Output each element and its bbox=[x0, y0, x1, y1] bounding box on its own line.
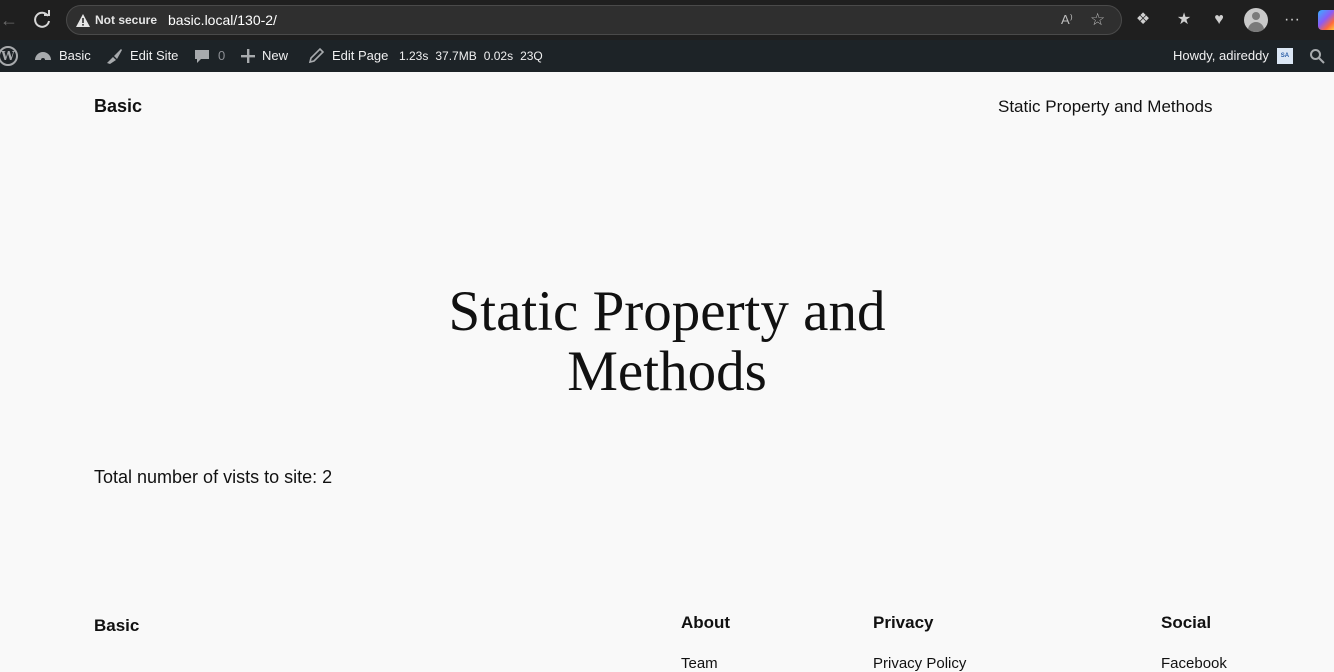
admin-bar-edit-page[interactable]: Edit Page bbox=[306, 40, 388, 72]
wp-admin-bar: W Basic Edit Site 0 New Edit Page 1.23s … bbox=[0, 40, 1334, 72]
page-title-line-2: Methods bbox=[567, 340, 767, 403]
howdy-label: Howdy, adireddy bbox=[1173, 48, 1269, 63]
security-status[interactable]: Not secure bbox=[95, 13, 157, 27]
dashboard-icon bbox=[35, 52, 51, 62]
page-generation-time: 1.23s bbox=[399, 49, 429, 63]
peak-memory: 37.7MB bbox=[435, 49, 477, 63]
new-label: New bbox=[262, 48, 289, 63]
footer-heading-about: About bbox=[681, 613, 731, 632]
comment-icon bbox=[195, 50, 209, 63]
visit-count-text: Total number of vists to site: 2 bbox=[94, 467, 333, 487]
footer-heading-privacy: Privacy bbox=[873, 613, 934, 632]
database-query-time: 0.02s bbox=[483, 49, 514, 63]
address-bar[interactable]: Not secure basic.local/130-2/ A⁾ ☆ bbox=[66, 5, 1122, 35]
nav-link-static-property[interactable]: Static Property and Methods bbox=[998, 97, 1213, 117]
footer-heading-social: Social bbox=[1161, 613, 1212, 632]
warning-icon bbox=[76, 14, 90, 27]
page-title-line-1: Static Property and bbox=[448, 280, 886, 343]
edit-site-label: Edit Site bbox=[130, 48, 179, 63]
favorite-star-icon[interactable]: ☆ bbox=[1090, 10, 1105, 30]
favorites-icon[interactable]: ★ bbox=[1173, 9, 1195, 31]
url-text[interactable]: basic.local/130-2/ bbox=[168, 12, 277, 28]
footer-link-team[interactable]: Team bbox=[681, 655, 730, 672]
pencil-icon bbox=[308, 47, 325, 64]
site-name-label: Basic bbox=[59, 48, 91, 63]
admin-bar-new[interactable]: New bbox=[240, 40, 288, 72]
user-avatar: SA bbox=[1276, 48, 1293, 64]
footer-column-privacy: Privacy Privacy Policy bbox=[873, 613, 966, 672]
footer-column-about: About Team bbox=[681, 613, 730, 672]
footer-column-social: Social Facebook bbox=[1161, 613, 1227, 672]
edit-page-label: Edit Page bbox=[332, 48, 389, 63]
read-aloud-icon[interactable]: A⁾ bbox=[1061, 12, 1073, 28]
admin-bar-my-account[interactable]: Howdy, adireddy SA bbox=[1173, 40, 1293, 72]
wordpress-logo-icon[interactable]: W bbox=[0, 46, 18, 66]
footer-link-facebook[interactable]: Facebook bbox=[1161, 655, 1227, 672]
comments-count: 0 bbox=[218, 48, 226, 63]
search-icon[interactable] bbox=[1309, 48, 1325, 64]
reload-icon[interactable] bbox=[30, 8, 54, 32]
plus-icon bbox=[241, 49, 255, 63]
admin-bar-comments[interactable]: 0 bbox=[192, 40, 225, 72]
page-title: Static Property and Methods bbox=[367, 282, 967, 402]
footer-site-title[interactable]: Basic bbox=[94, 616, 139, 636]
brush-icon bbox=[107, 49, 122, 64]
admin-bar-site-name[interactable]: Basic bbox=[33, 40, 91, 72]
query-monitor-stats[interactable]: 1.23s 37.7MB 0.02s 23Q bbox=[399, 40, 543, 72]
site-title[interactable]: Basic bbox=[94, 96, 142, 117]
copilot-icon[interactable] bbox=[1318, 10, 1334, 30]
admin-bar-edit-site[interactable]: Edit Site bbox=[104, 40, 178, 72]
browser-essentials-icon[interactable]: ♥ bbox=[1208, 9, 1230, 31]
extensions-icon[interactable]: ❖ bbox=[1132, 9, 1154, 31]
footer-link-privacy-policy[interactable]: Privacy Policy bbox=[873, 655, 966, 672]
more-menu-icon[interactable]: ··· bbox=[1281, 9, 1303, 31]
profile-avatar-icon[interactable] bbox=[1244, 8, 1268, 32]
back-arrow-icon[interactable]: ← bbox=[0, 9, 18, 31]
browser-toolbar: ← Not secure basic.local/130-2/ A⁾ ☆ ❖ ★… bbox=[0, 0, 1334, 40]
database-query-count: 23Q bbox=[520, 49, 543, 63]
